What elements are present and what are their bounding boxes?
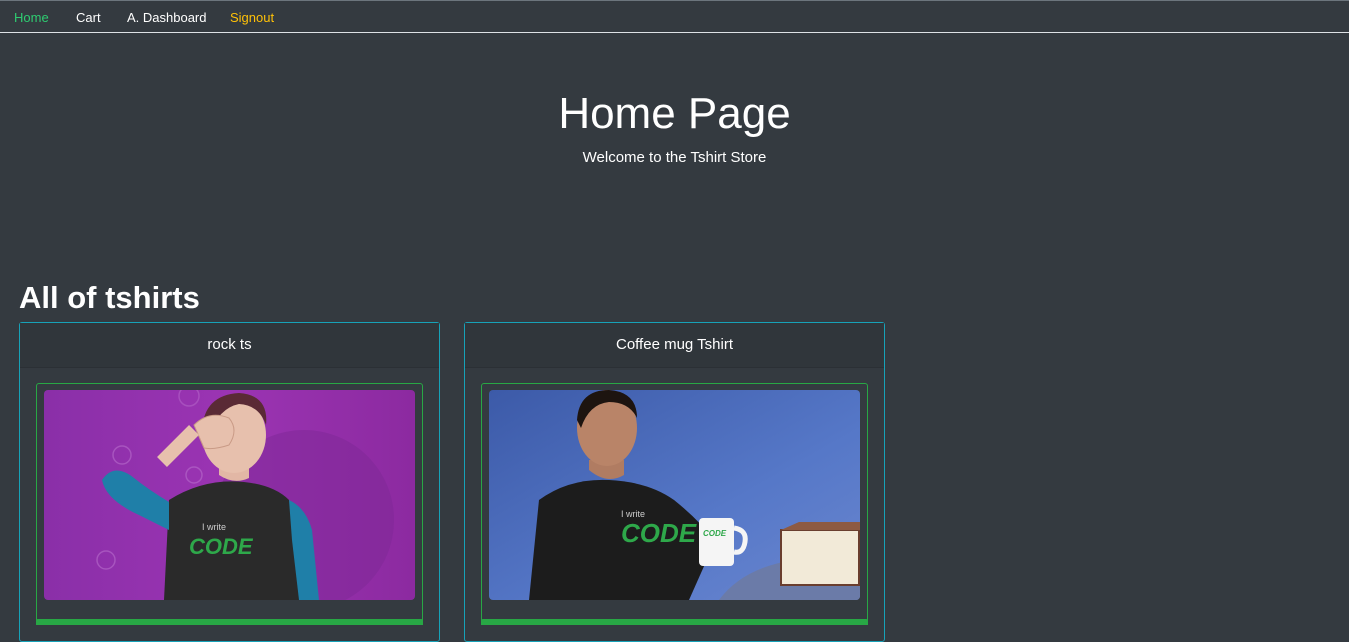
product-name: Coffee mug Tshirt (465, 323, 884, 368)
product-card: Coffee mug Tshirt CODE I write CODE (464, 322, 885, 642)
product-image-frame: CODE I write CODE (481, 383, 868, 623)
product-action-button[interactable] (36, 619, 423, 625)
nav-cart-link[interactable]: Cart (76, 10, 101, 25)
nav-admin-dashboard-link[interactable]: A. Dashboard (127, 10, 207, 25)
top-navbar: Home Cart A. Dashboard Signout (0, 0, 1349, 33)
products-heading: All of tshirts (19, 280, 200, 315)
man-mug-tshirt-photo: CODE I write CODE (489, 390, 860, 600)
product-card: rock ts I write CODE (19, 322, 440, 642)
woman-tshirt-photo: I write CODE (44, 390, 415, 600)
page-subtitle: Welcome to the Tshirt Store (582, 149, 767, 166)
shirt-big-text: CODE (621, 518, 697, 548)
page-title: Home Page (558, 89, 791, 138)
nav-signout-link[interactable]: Signout (230, 10, 274, 25)
shirt-small-text: I write (202, 522, 226, 532)
product-action-button[interactable] (481, 619, 868, 625)
product-name: rock ts (20, 323, 439, 368)
nav-home-link[interactable]: Home (14, 10, 49, 25)
product-image-frame: I write CODE (36, 383, 423, 623)
shirt-big-text: CODE (189, 534, 254, 559)
mug-text: CODE (703, 529, 727, 538)
product-image: I write CODE (44, 390, 415, 600)
product-image: CODE I write CODE (489, 390, 860, 600)
